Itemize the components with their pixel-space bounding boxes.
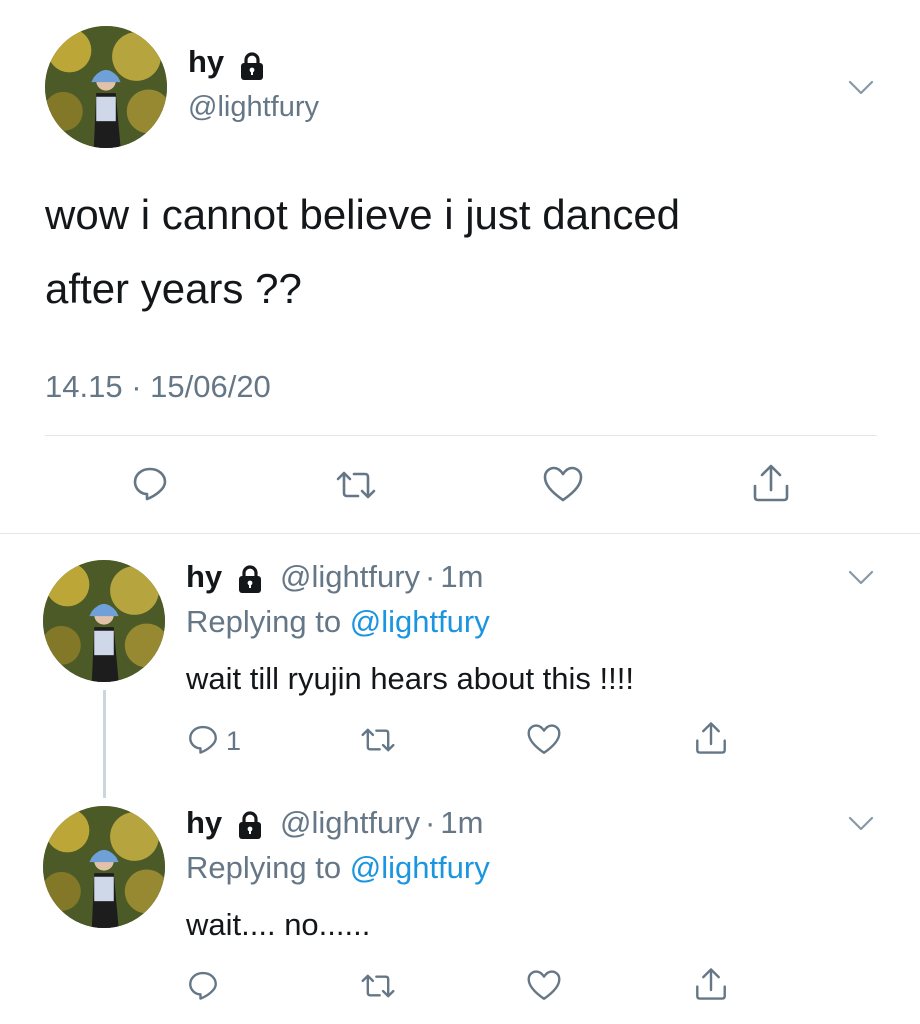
retweet-icon[interactable]: [332, 465, 380, 505]
share-icon[interactable]: [693, 719, 729, 757]
reply-icon[interactable]: [186, 968, 220, 1002]
handle[interactable]: @lightfury: [188, 88, 319, 126]
reply-avatar[interactable]: [43, 560, 165, 682]
main-avatar[interactable]: [45, 26, 167, 148]
like-icon[interactable]: [542, 465, 584, 505]
retweet-icon[interactable]: [357, 969, 399, 1003]
lock-icon: [236, 50, 268, 82]
reply-text: wait.... no......: [186, 907, 371, 942]
replying-to-handle[interactable]: @lightfury: [350, 604, 490, 639]
meta-separator: ·: [425, 559, 436, 594]
replying-to: Replying to @lightfury: [186, 848, 490, 888]
tweet-text-line2: after years ??: [45, 265, 302, 312]
avatar-photo: [43, 806, 165, 928]
chevron-down-icon[interactable]: [846, 76, 876, 98]
replying-to-label: Replying to: [186, 850, 342, 885]
reply-icon[interactable]: [186, 722, 220, 756]
timestamp[interactable]: 14.15 · 15/06/20: [45, 367, 271, 407]
retweet-icon[interactable]: [357, 723, 399, 757]
lock-icon: [234, 563, 266, 595]
reply-display-name[interactable]: hy: [186, 557, 222, 597]
reply-display-name[interactable]: hy: [186, 803, 222, 843]
reply-handle[interactable]: @lightfury: [280, 805, 420, 840]
like-icon[interactable]: [526, 723, 562, 757]
divider: [45, 435, 877, 436]
replying-to-handle[interactable]: @lightfury: [350, 850, 490, 885]
replying-to: Replying to @lightfury: [186, 602, 490, 642]
reply-age[interactable]: 1m: [440, 805, 483, 840]
section-divider: [0, 533, 920, 534]
share-icon[interactable]: [750, 462, 792, 504]
reply-icon[interactable]: [130, 463, 170, 503]
lock-icon: [234, 809, 266, 841]
tweet-text-line1: wow i cannot believe i just danced: [45, 191, 681, 238]
reply-text: wait till ryujin hears about this !!!!: [186, 661, 634, 696]
reply-meta: @lightfury · 1m: [280, 557, 483, 597]
reply-age[interactable]: 1m: [440, 559, 483, 594]
chevron-down-icon[interactable]: [846, 812, 876, 834]
reply-meta: @lightfury · 1m: [280, 803, 483, 843]
display-name[interactable]: hy: [188, 42, 224, 82]
reply-handle[interactable]: @lightfury: [280, 559, 420, 594]
avatar-photo: [45, 26, 167, 148]
avatar-photo: [43, 560, 165, 682]
meta-separator: ·: [425, 805, 436, 840]
thread-line: [103, 690, 106, 798]
reply-avatar[interactable]: [43, 806, 165, 928]
replying-to-label: Replying to: [186, 604, 342, 639]
like-icon[interactable]: [526, 969, 562, 1003]
chevron-down-icon[interactable]: [846, 566, 876, 588]
share-icon[interactable]: [693, 965, 729, 1003]
reply-count: 1: [226, 726, 242, 756]
